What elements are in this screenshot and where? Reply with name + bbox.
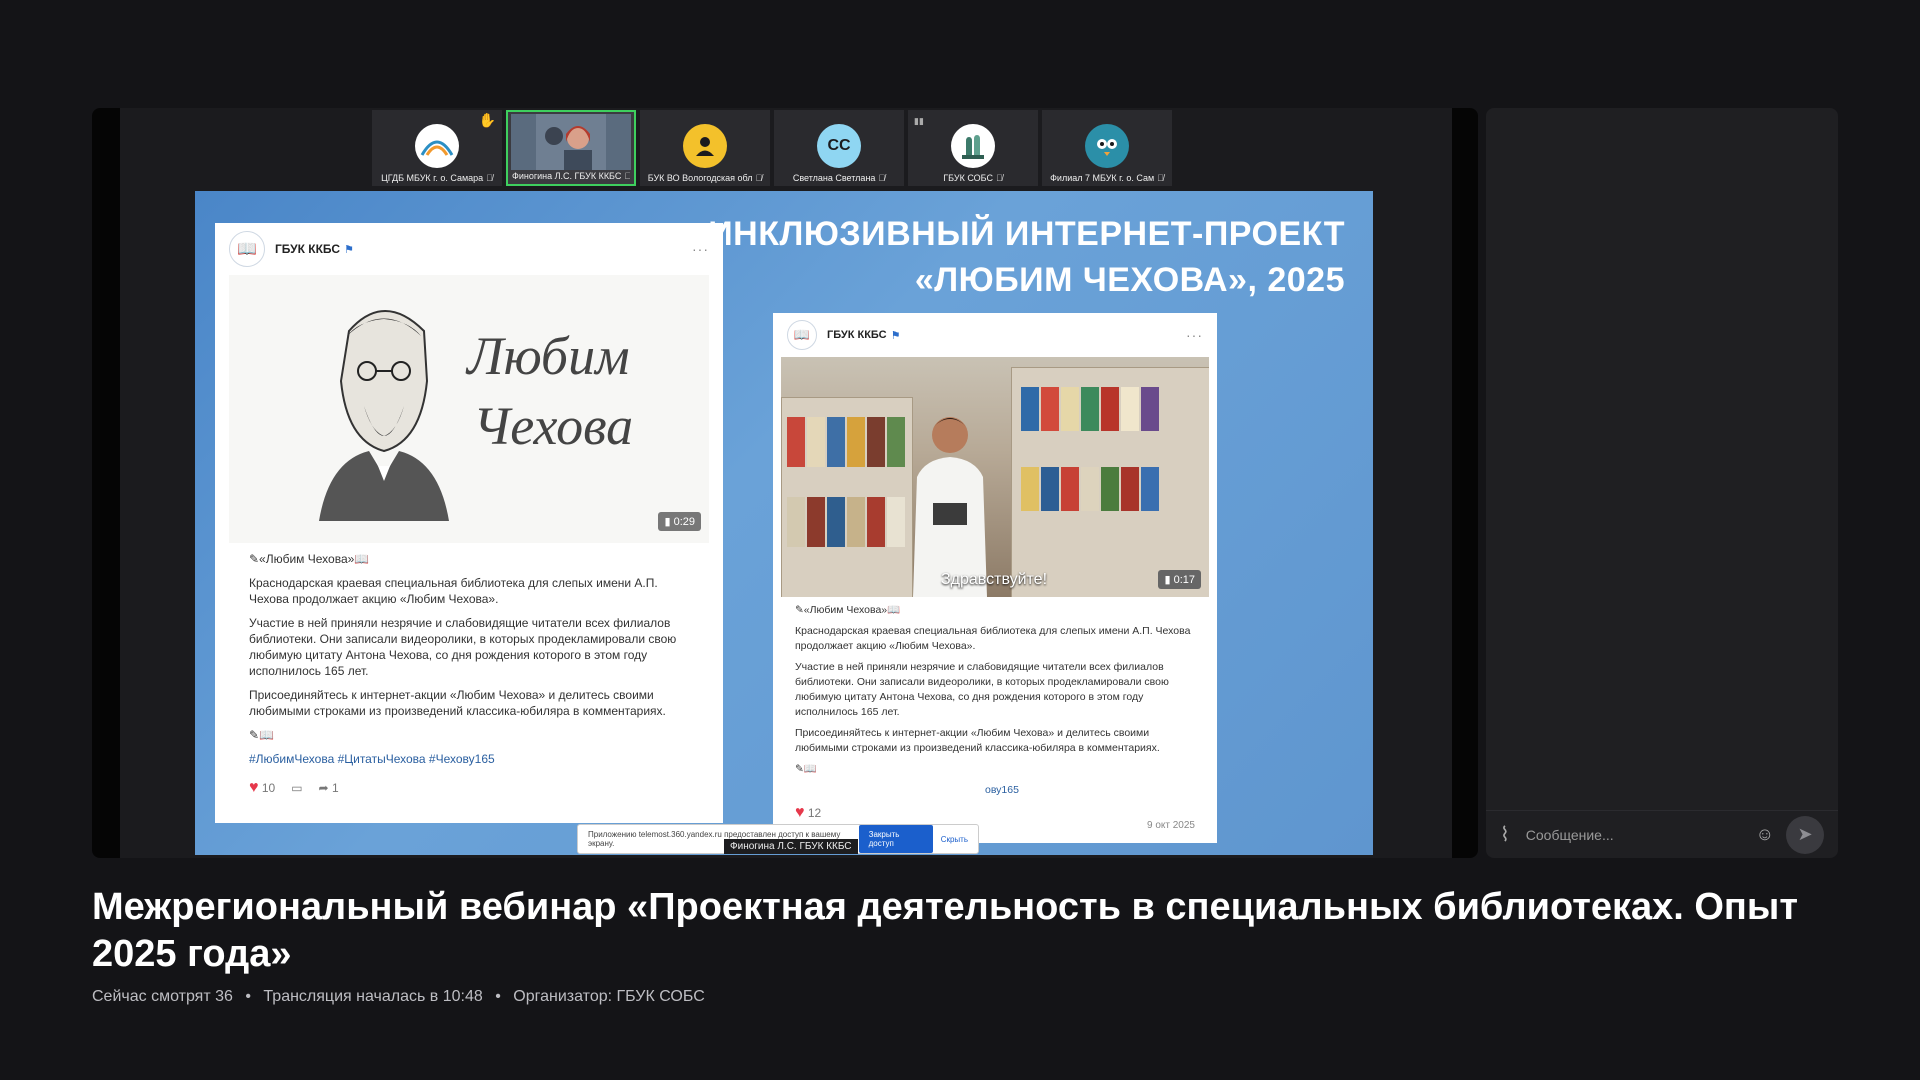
participant-name: ГБУК СОБС (943, 173, 993, 183)
speaker-name-label: Финогина Л.С. ГБУК ККБС (724, 839, 858, 854)
participant-name: ЦГДБ МБУК г. о. Самара (381, 173, 484, 183)
speaker-video-icon (536, 114, 606, 170)
emoji-icon[interactable]: ☺ (1756, 824, 1774, 845)
user-icon (696, 137, 714, 156)
participant-tile[interactable]: ✋ ЦГДБ МБУК г. о. Самара 🎙̸ (372, 110, 502, 186)
stream-title: Межрегиональный вебинар «Проектная деяте… (92, 886, 1798, 975)
letterbox-right (1452, 108, 1478, 858)
send-icon: ➤ (1797, 824, 1813, 844)
send-button[interactable]: ➤ (1786, 815, 1824, 854)
flag-icon: ⚑ (344, 243, 354, 256)
stream-organizer: Организатор: ГБУК СОБС (513, 988, 705, 1005)
post-video: Здравствуйте! ▮ 0:17 (781, 357, 1209, 597)
mic-off-icon: 🎙̸ (1157, 173, 1164, 183)
signal-icon: ▮▮ (914, 116, 924, 126)
share-icon: ➦ (318, 781, 329, 795)
post-author: ГБУК ККБС (827, 329, 887, 341)
social-post-2: 📖 ГБУК ККБС ⚑ ··· Здравствуйте! ▮ 0:17 ✎… (773, 313, 1217, 843)
likes-count: 12 (807, 806, 822, 820)
letterbox-left (92, 108, 120, 858)
chekhov-portrait-icon (319, 310, 449, 521)
participant-name: БУК ВО Вологодская обл (647, 173, 753, 183)
mic-off-icon: 🎙̸ (486, 173, 493, 183)
more-icon: ··· (692, 241, 709, 257)
participant-avatar (1085, 124, 1129, 168)
attach-icon[interactable]: ⌇ (1500, 822, 1510, 847)
heart-icon: ♥ (249, 779, 259, 796)
chat-input-bar: ⌇ ☺ ➤ (1486, 810, 1838, 858)
participant-avatar (415, 124, 459, 168)
hide-notice-link[interactable]: Скрыть (941, 835, 968, 844)
video-duration: ▮ 0:29 (658, 512, 701, 531)
post-body: ✎«Любим Чехова»📖 Краснодарская краевая с… (215, 543, 723, 767)
post-author: ГБУК ККБС (275, 242, 341, 256)
slide-title: ИНКЛЮЗИВНЫЙ ИНТЕРНЕТ-ПРОЕКТ «ЛЮБИМ ЧЕХОВ… (708, 215, 1345, 299)
likes-count: 10 (261, 781, 276, 795)
participant-avatar (683, 124, 727, 168)
participant-strip: ✋ ЦГДБ МБУК г. о. Самара 🎙̸ Финогина Л.С.… (372, 110, 1172, 186)
hands-logo-icon (962, 135, 984, 159)
post-hashtags: ову165 (985, 784, 1019, 796)
post-hashtags: #ЛюбимЧехова #ЦитатыЧехова #Чехову165 (249, 752, 495, 766)
participant-tile[interactable]: ▮▮ ГБУК СОБС 🎙̸ (908, 110, 1038, 186)
more-icon: ··· (1186, 327, 1203, 343)
heart-icon: ♥ (795, 804, 805, 821)
library-logo-icon: 📖 (787, 320, 817, 350)
raised-hand-icon: ✋ (478, 112, 496, 128)
shares-count: 1 (331, 781, 339, 795)
participant-tile[interactable]: СС Светлана Светлана 🎙̸ (774, 110, 904, 186)
video-player[interactable]: ✋ ЦГДБ МБУК г. о. Самара 🎙̸ Финогина Л.С.… (92, 108, 1478, 858)
post-header: 📖 ГБУК ККБС ⚑ ··· (773, 313, 1217, 357)
post-image: Любим Чехова ▮ 0:29 (229, 275, 709, 543)
social-post-1: 📖 ГБУК ККБС ⚑ ··· Любим Чехова ▮ 0:29 ✎«… (215, 223, 723, 823)
participant-tile[interactable]: БУК ВО Вологодская обл 🎙̸ (640, 110, 770, 186)
participant-name: Филиал 7 МБУК г. о. Сам (1050, 173, 1155, 183)
video-icon: ▮ (664, 516, 671, 528)
participant-video (511, 114, 631, 170)
video-caption: Здравствуйте! (941, 571, 1048, 588)
participant-name: Светлана Светлана (792, 173, 876, 183)
post-date: 9 окт 2025 (1147, 820, 1195, 831)
flag-icon: ⚑ (890, 329, 901, 342)
participant-tile-active[interactable]: Финогина Л.С. ГБУК ККБС 🎙̸ (506, 110, 636, 186)
post-image-text: Любим Чехова (467, 326, 634, 456)
participant-avatar (951, 124, 995, 168)
participant-tile[interactable]: Филиал 7 МБУК г. о. Сам 🎙̸ (1042, 110, 1172, 186)
library-logo-icon (420, 140, 454, 156)
viewer-count: Сейчас смотрят 36 (92, 988, 233, 1005)
stream-start-time: Трансляция началась в 10:48 (263, 988, 483, 1005)
post-body: ✎«Любим Чехова»📖 Краснодарская краевая с… (773, 597, 1217, 798)
post-actions: ♥ 10 ▭ ➦ 1 (215, 775, 723, 801)
mic-off-icon: 🎙̸ (995, 173, 1003, 183)
post-header: 📖 ГБУК ККБС ⚑ ··· (215, 223, 723, 275)
mic-off-icon: 🎙̸ (624, 171, 630, 181)
comment-icon: ▭ (291, 781, 303, 795)
mic-off-icon: 🎙̸ (755, 173, 763, 183)
stop-sharing-button[interactable]: Закрыть доступ (858, 825, 933, 853)
video-icon: ▮ (1164, 574, 1171, 586)
stream-meta: Сейчас смотрят 36 • Трансляция началась … (92, 988, 705, 1005)
video-duration: ▮ 0:17 (1158, 570, 1201, 589)
participant-avatar: СС (817, 124, 861, 168)
message-input[interactable] (1523, 825, 1756, 844)
mic-off-icon: 🎙̸ (878, 173, 886, 183)
library-logo-icon: 📖 (229, 231, 265, 267)
reader-figure-icon (913, 417, 987, 597)
participant-name: Финогина Л.С. ГБУК ККБС (512, 171, 622, 181)
chat-panel: ⌇ ☺ ➤ (1486, 108, 1838, 858)
owl-logo-icon (1092, 131, 1122, 161)
shared-screen-slide: ИНКЛЮЗИВНЫЙ ИНТЕРНЕТ-ПРОЕКТ «ЛЮБИМ ЧЕХОВ… (195, 191, 1373, 855)
